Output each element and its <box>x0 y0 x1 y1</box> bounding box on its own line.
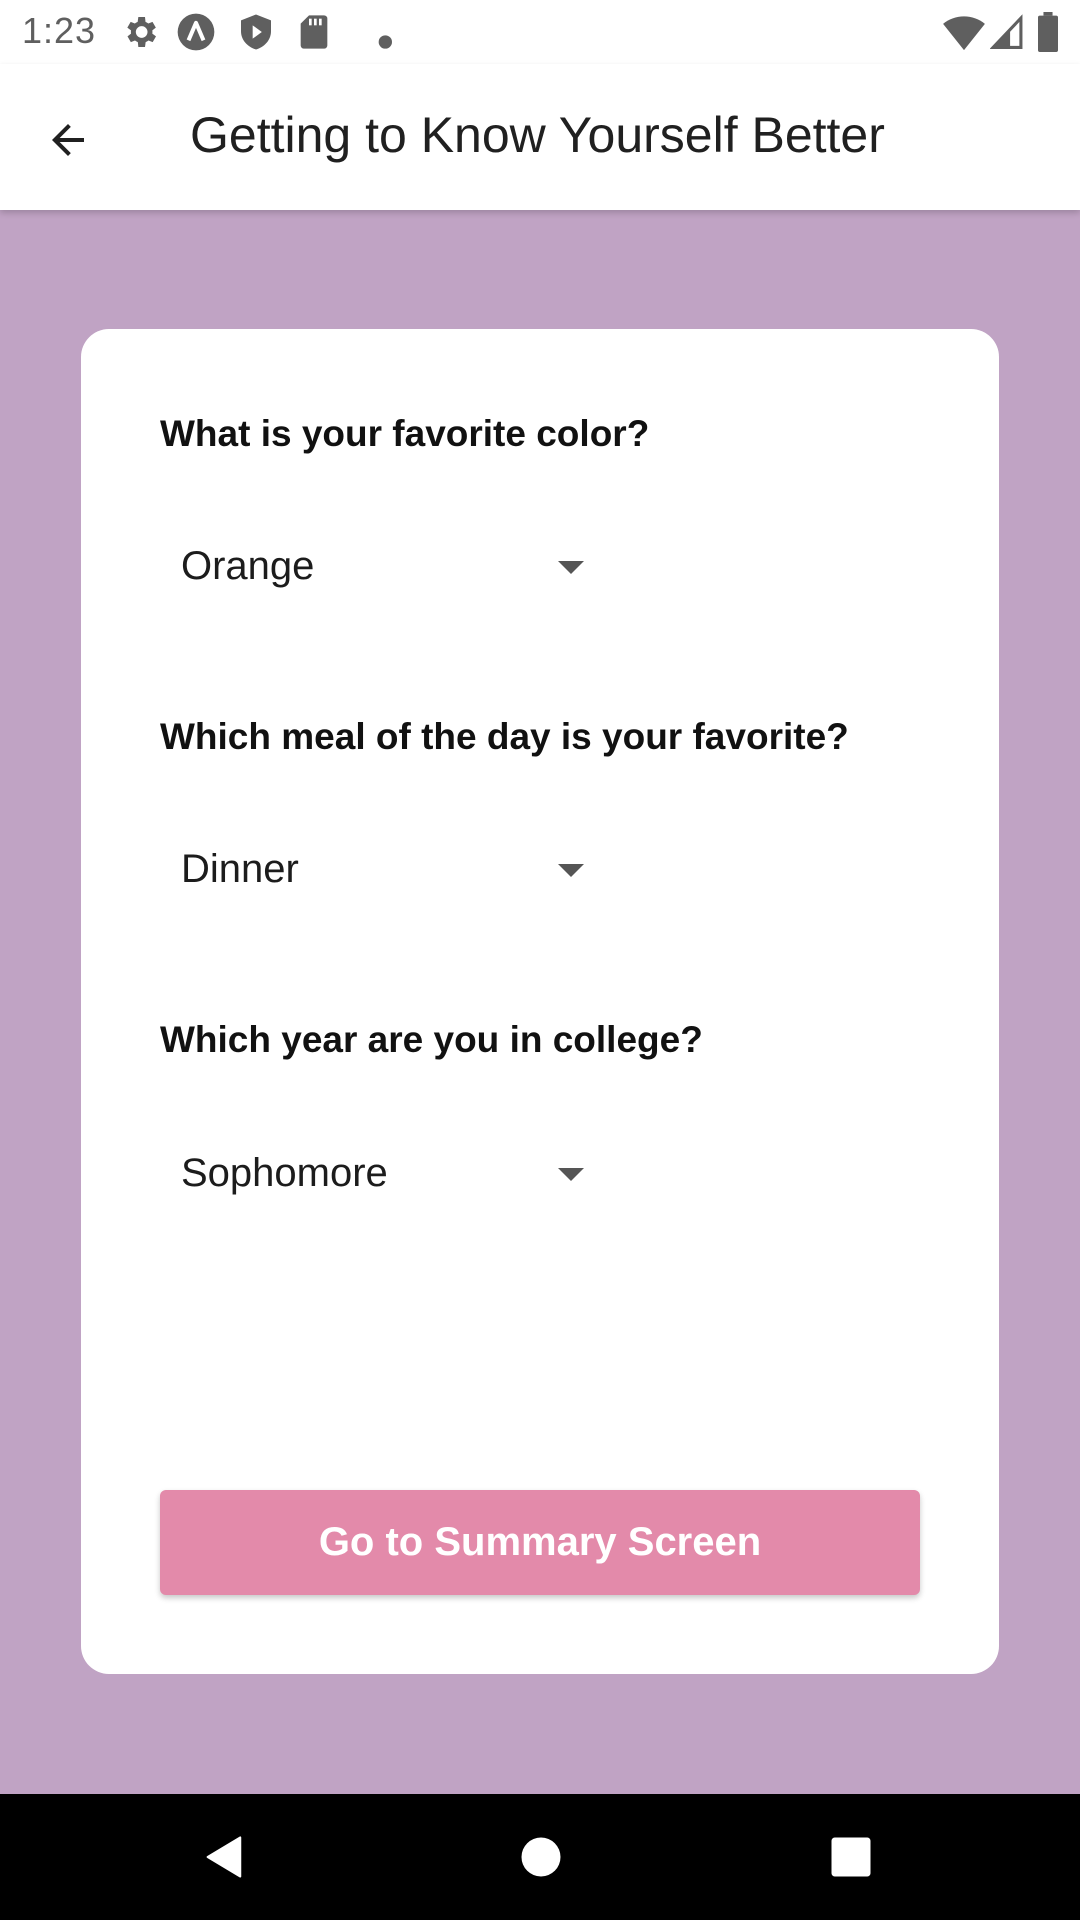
status-time: 1:23 <box>22 10 97 51</box>
nav-back-icon <box>206 1836 242 1878</box>
college-year-dropdown[interactable]: Sophomore <box>160 1129 584 1219</box>
question-label-color: What is your favorite color? <box>160 413 650 454</box>
wifi-icon <box>943 16 985 51</box>
screen: 1:23 Getting to Know Yourself Better Wha… <box>0 0 1080 1920</box>
system-nav-bar <box>0 1794 1080 1920</box>
app-bar: Getting to Know Yourself Better <box>0 64 1080 210</box>
favorite-meal-dropdown[interactable]: Dinner <box>160 825 584 915</box>
status-bar: 1:23 <box>0 0 1080 64</box>
nav-recents-icon <box>831 1837 871 1877</box>
dropdown-value: Dinner <box>181 847 299 891</box>
chevron-down-icon <box>558 864 584 877</box>
chevron-down-icon <box>558 561 584 574</box>
back-button[interactable] <box>28 100 108 180</box>
nav-home-icon <box>521 1837 561 1877</box>
dropdown-value: Sophomore <box>181 1151 388 1195</box>
page-title: Getting to Know Yourself Better <box>190 107 885 163</box>
go-to-summary-button[interactable]: Go to Summary Screen <box>160 1490 920 1595</box>
question-label-meal: Which meal of the day is your favorite? <box>160 716 849 757</box>
sd-card-icon <box>300 15 328 49</box>
battery-icon <box>1038 12 1058 52</box>
dot-icon <box>378 35 392 49</box>
favorite-color-dropdown[interactable]: Orange <box>160 522 584 612</box>
cell-signal-icon <box>990 14 1023 49</box>
question-label-college-year: Which year are you in college? <box>160 1019 703 1060</box>
dropdown-value: Orange <box>181 544 315 588</box>
a-circle-icon <box>177 13 215 51</box>
chevron-down-icon <box>558 1168 584 1181</box>
nav-recents-button[interactable] <box>816 1822 886 1892</box>
arrow-back-icon <box>52 124 84 156</box>
questionnaire-card: What is your favorite color? Orange Whic… <box>81 329 999 1674</box>
nav-back-button[interactable] <box>190 1822 260 1892</box>
nav-home-button[interactable] <box>506 1822 576 1892</box>
play-shield-icon <box>241 14 271 50</box>
settings-gear-icon <box>127 17 156 47</box>
